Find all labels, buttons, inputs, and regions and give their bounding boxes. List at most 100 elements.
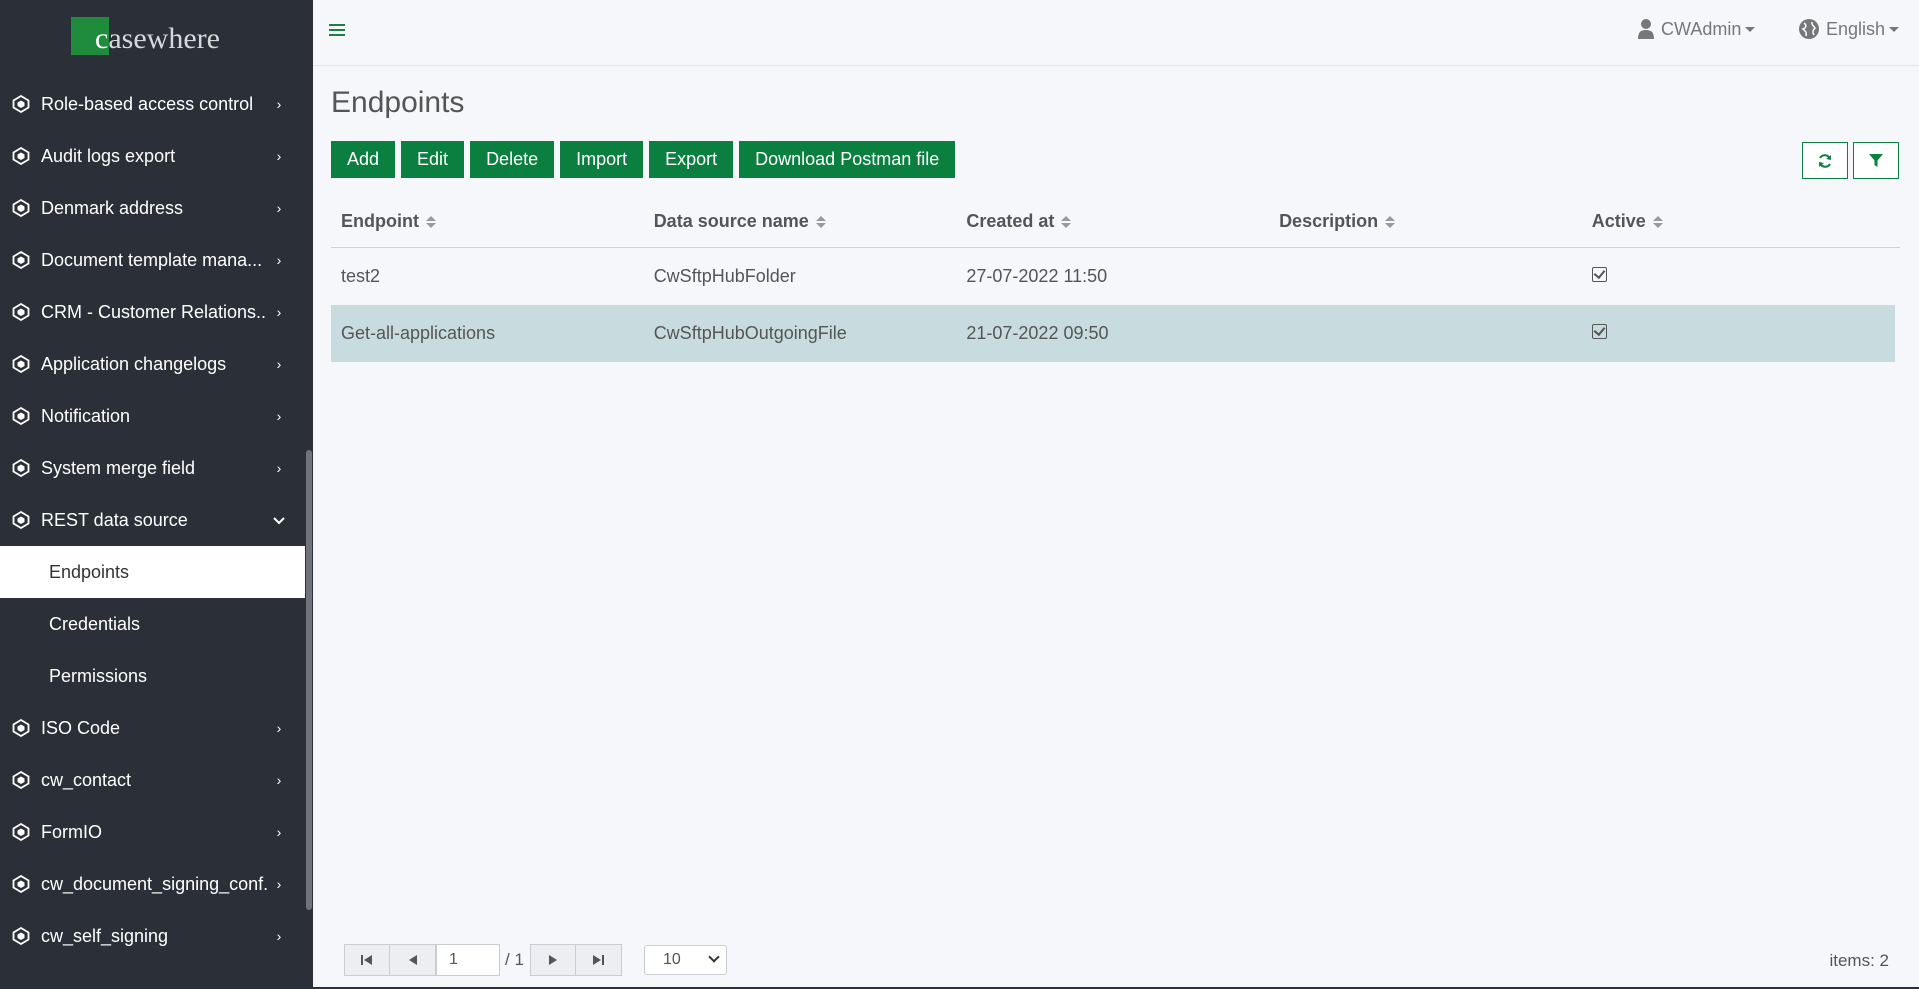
- chevron-right-icon: ›: [276, 876, 282, 892]
- page-size-value: 10: [663, 951, 681, 968]
- topbar: CWAdmin English: [313, 0, 1919, 66]
- sidebar-item-system-merge-field[interactable]: System merge field ›: [0, 442, 305, 494]
- page-total: / 1: [505, 950, 524, 969]
- chevron-down-icon: [267, 512, 291, 528]
- menu-toggle-icon[interactable]: [329, 24, 345, 38]
- page-number-input[interactable]: [436, 944, 500, 976]
- table-row[interactable]: Get-all-applications CwSftpHubOutgoingFi…: [331, 305, 1895, 362]
- module-icon: [12, 823, 30, 841]
- sidebar-nav: Role-based access control › Audit logs e…: [0, 78, 305, 962]
- column-header-description[interactable]: Description: [1269, 211, 1582, 232]
- sidebar-item-cw-document-signing[interactable]: cw_document_signing_conf... ›: [0, 858, 305, 910]
- sidebar-subitem-permissions[interactable]: Permissions: [0, 650, 305, 702]
- sidebar-item-label: Denmark address: [41, 197, 184, 218]
- module-icon: [12, 875, 30, 893]
- module-icon: [12, 719, 30, 737]
- chevron-right-icon: ›: [276, 252, 282, 268]
- cell-data-source: CwSftpHubOutgoingFile: [653, 323, 847, 343]
- sort-icon: [425, 215, 436, 228]
- column-header-created-at[interactable]: Created at: [956, 211, 1269, 232]
- sidebar-item-cw-contact[interactable]: cw_contact ›: [0, 754, 305, 806]
- sidebar-subitem-endpoints[interactable]: Endpoints: [0, 546, 305, 598]
- sidebar-item-formio[interactable]: FormIO ›: [0, 806, 305, 858]
- user-menu[interactable]: CWAdmin: [1637, 18, 1756, 40]
- import-button[interactable]: Import: [560, 141, 644, 178]
- sidebar-item-denmark-address[interactable]: Denmark address ›: [0, 182, 305, 234]
- sidebar-item-label: Audit logs export: [41, 145, 176, 166]
- module-icon: [12, 459, 30, 477]
- column-header-active[interactable]: Active: [1582, 211, 1895, 232]
- filter-button[interactable]: [1853, 142, 1899, 179]
- column-header-data-source-name[interactable]: Data source name: [644, 211, 957, 232]
- export-button[interactable]: Export: [649, 141, 734, 178]
- items-count: items: 2: [1829, 951, 1889, 970]
- sidebar-item-label: CRM - Customer Relations...: [41, 301, 267, 322]
- sidebar-item-role-based-access-control[interactable]: Role-based access control ›: [0, 78, 305, 130]
- filter-icon: [1869, 153, 1883, 168]
- page-size-select[interactable]: 10: [644, 945, 727, 975]
- sort-icon: [1385, 215, 1396, 228]
- module-icon: [12, 407, 30, 425]
- prev-page-button[interactable]: [390, 944, 436, 976]
- refresh-icon: [1817, 153, 1833, 169]
- sidebar-item-cw-self-signing[interactable]: cw_self_signing ›: [0, 910, 305, 962]
- chevron-right-icon: ›: [276, 96, 282, 112]
- sidebar-item-notification[interactable]: Notification ›: [0, 390, 305, 442]
- caret-down-icon: [1889, 26, 1900, 32]
- sidebar-item-label: Application changelogs: [41, 353, 227, 374]
- checkbox-checked-icon: [1591, 267, 1607, 282]
- sidebar-item-rest-data-source[interactable]: REST data source: [0, 494, 305, 546]
- chevron-right-icon: ›: [276, 460, 282, 476]
- user-name: CWAdmin: [1661, 18, 1742, 39]
- sidebar-item-label: Role-based access control: [41, 93, 254, 114]
- module-icon: [12, 771, 30, 789]
- add-button[interactable]: Add: [331, 141, 396, 178]
- download-postman-button[interactable]: Download Postman file: [739, 141, 956, 178]
- sidebar-item-label: System merge field: [41, 457, 196, 478]
- cell-active: [1582, 323, 1895, 344]
- sidebar-item-label: cw_document_signing_conf...: [41, 873, 267, 894]
- checkbox-checked-icon: [1591, 324, 1607, 339]
- endpoints-table: Endpoint Data source name Created at Des…: [331, 196, 1900, 362]
- module-icon: [12, 95, 30, 113]
- module-icon: [12, 303, 30, 321]
- refresh-button[interactable]: [1802, 142, 1848, 179]
- next-page-icon: [548, 954, 558, 966]
- language-menu[interactable]: English: [1798, 18, 1900, 40]
- column-header-endpoint[interactable]: Endpoint: [331, 211, 644, 232]
- next-page-button[interactable]: [529, 944, 576, 976]
- sidebar-item-audit-logs-export[interactable]: Audit logs export ›: [0, 130, 305, 182]
- cell-created-at: 21-07-2022 09:50: [966, 323, 1109, 343]
- sidebar-subitem-credentials[interactable]: Credentials: [0, 598, 305, 650]
- language-label: English: [1826, 18, 1886, 39]
- first-page-button[interactable]: [344, 944, 390, 976]
- table-row[interactable]: test2 CwSftpHubFolder 27-07-2022 11:50: [331, 248, 1895, 305]
- module-icon: [12, 355, 30, 373]
- sidebar-item-application-changelogs[interactable]: Application changelogs ›: [0, 338, 305, 390]
- chevron-right-icon: ›: [276, 148, 282, 164]
- cell-created-at: 27-07-2022 11:50: [966, 266, 1108, 286]
- user-icon: [1637, 18, 1655, 40]
- chevron-right-icon: ›: [276, 200, 282, 216]
- sort-icon: [1061, 215, 1072, 228]
- cell-data-source: CwSftpHubFolder: [653, 266, 796, 286]
- chevron-right-icon: ›: [276, 824, 282, 840]
- pager: / 1: [344, 944, 622, 976]
- sidebar-item-label: cw_contact: [41, 769, 132, 790]
- chevron-down-icon: [708, 951, 720, 963]
- sidebar-scrollbar[interactable]: [306, 450, 312, 910]
- module-icon: [12, 199, 30, 217]
- page-title: Endpoints: [331, 86, 465, 119]
- toolbar: Add Edit Delete Import Export Download P…: [331, 141, 961, 178]
- delete-button[interactable]: Delete: [470, 141, 555, 178]
- last-page-button[interactable]: [575, 944, 622, 976]
- logo[interactable]: casewhere: [0, 0, 313, 74]
- edit-button[interactable]: Edit: [401, 141, 465, 178]
- sidebar-item-crm[interactable]: CRM - Customer Relations... ›: [0, 286, 305, 338]
- module-icon: [12, 927, 30, 945]
- cell-endpoint: test2: [341, 266, 381, 286]
- module-icon: [12, 511, 30, 529]
- sidebar-item-iso-code[interactable]: ISO Code ›: [0, 702, 305, 754]
- logo-text: casewhere: [95, 22, 220, 55]
- sidebar-item-document-template[interactable]: Document template mana... ›: [0, 234, 305, 286]
